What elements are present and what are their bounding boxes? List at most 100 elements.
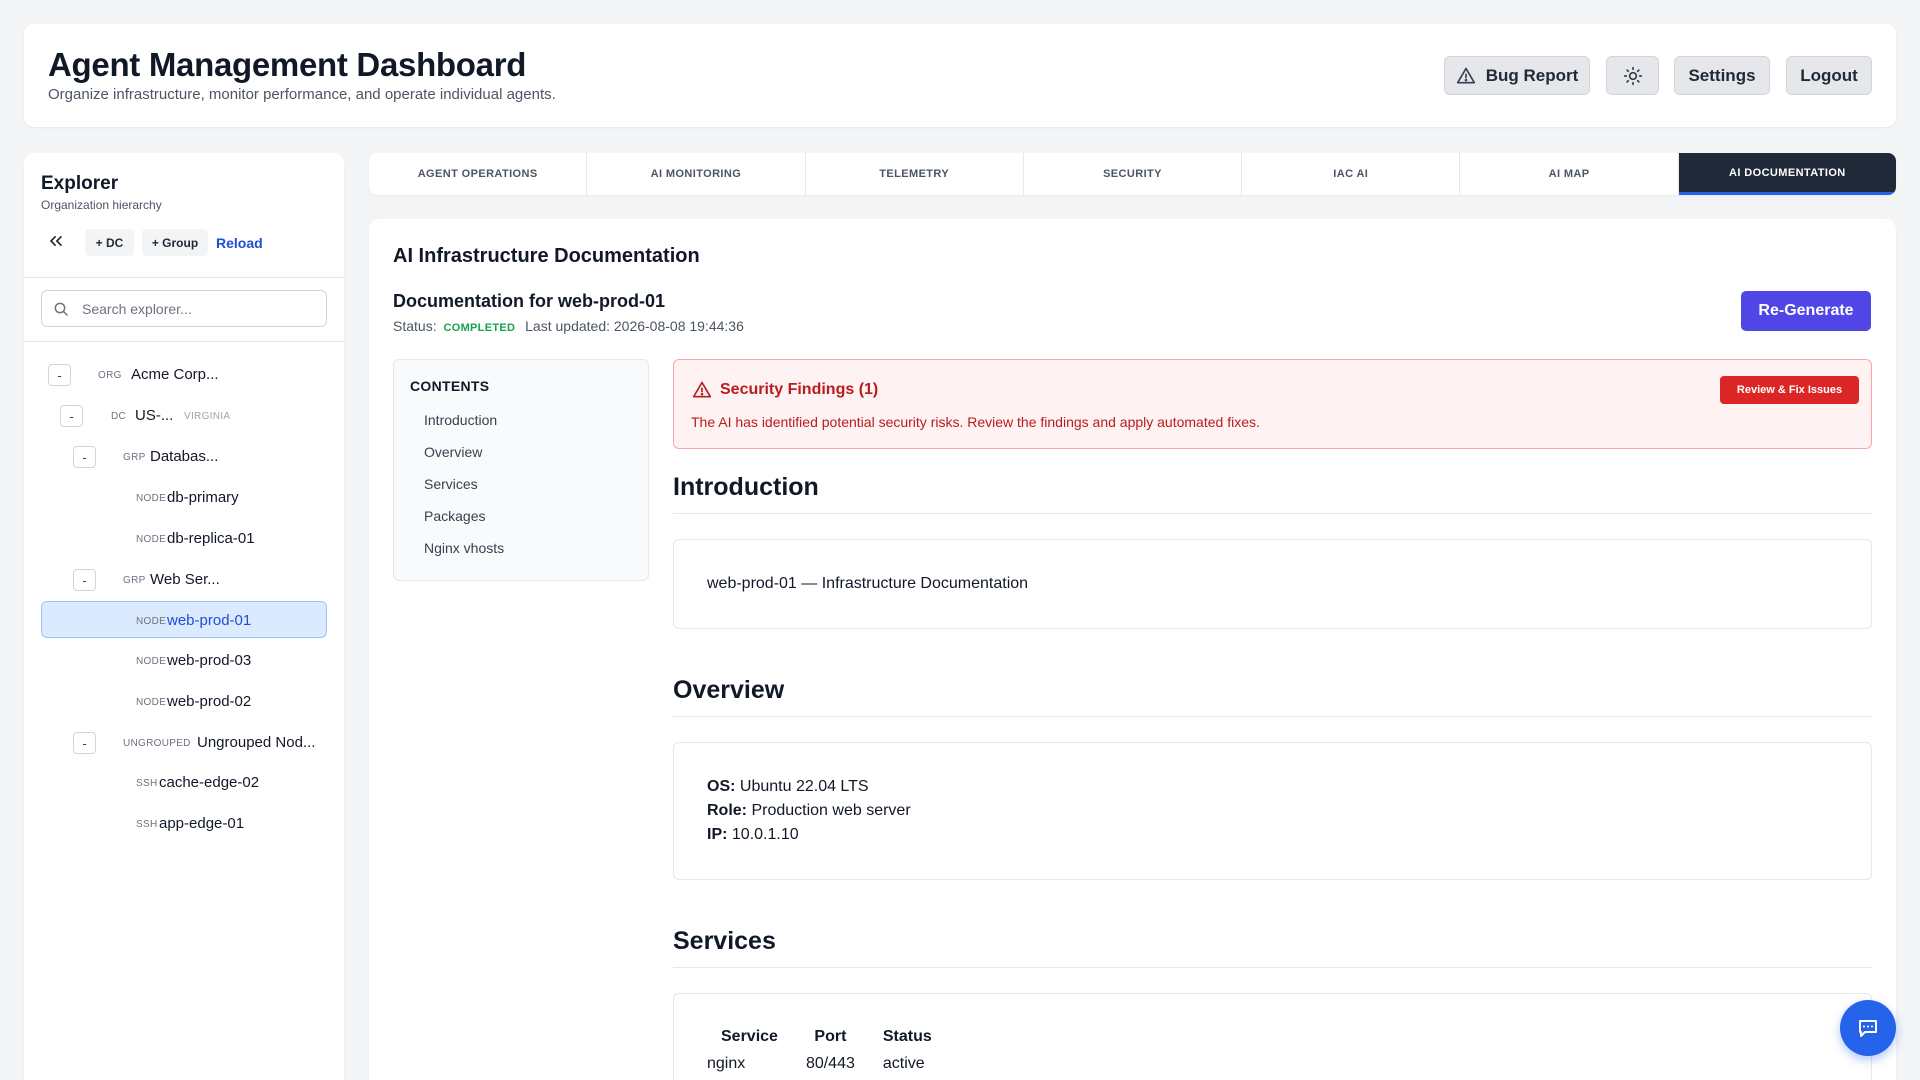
sun-icon — [1623, 66, 1642, 85]
column-header: Port — [814, 1028, 847, 1045]
overview-os: OS: Ubuntu 22.04 LTS — [707, 778, 869, 795]
page-title: Agent Management Dashboard — [48, 46, 527, 83]
documentation-panel: AI Infrastructure Documentation Document… — [369, 219, 1896, 1080]
table-row: nginx 80/443 active — [707, 1051, 946, 1073]
section-heading-services: Services — [673, 927, 776, 955]
main-tabs: AGENT OPERATIONS AI MONITORING TELEMETRY… — [369, 153, 1896, 195]
tree-item-org[interactable]: - ORG Acme Corp... — [41, 356, 327, 393]
tree-item-type: NODE — [136, 616, 167, 627]
tab-iac-ai[interactable]: IAC AI — [1242, 153, 1461, 195]
overview-card: OS: Ubuntu 22.04 LTS Role: Production we… — [673, 742, 1872, 880]
theme-toggle-button[interactable] — [1606, 56, 1659, 95]
explorer-title: Explorer — [41, 173, 119, 194]
explorer-search — [41, 290, 327, 327]
warning-triangle-icon — [1456, 67, 1475, 83]
tree-item-label: Databas... — [150, 448, 219, 465]
alert-title: Security Findings (1) — [720, 381, 879, 398]
tree-item-node[interactable]: NODE web-prod-02 — [41, 683, 327, 720]
add-group-button[interactable]: + Group — [142, 229, 208, 256]
double-chevron-left-icon[interactable] — [46, 231, 66, 251]
overview-ip: IP: 10.0.1.10 — [707, 826, 799, 843]
section-title: AI Infrastructure Documentation — [393, 245, 700, 267]
divider — [673, 716, 1872, 717]
toc-item-introduction[interactable]: Introduction — [424, 412, 497, 428]
doc-title: Documentation for web-prod-01 — [393, 291, 666, 311]
toc-title: CONTENTS — [410, 378, 490, 394]
tab-telemetry[interactable]: TELEMETRY — [806, 153, 1024, 195]
tab-ai-monitoring[interactable]: AI MONITORING — [587, 153, 806, 195]
regenerate-button[interactable]: Re-Generate — [1741, 291, 1871, 331]
collapse-toggle[interactable]: - — [60, 405, 83, 427]
tree-item-group[interactable]: - GRP Databas... — [41, 438, 327, 475]
toc-item-services[interactable]: Services — [424, 476, 478, 492]
table-cell: nginx — [707, 1055, 746, 1072]
table-cell: 80/443 — [805, 1055, 855, 1072]
review-fix-button[interactable]: Review & Fix Issues — [1720, 376, 1859, 404]
explorer-sidebar: Explorer Organization hierarchy + DC + G… — [24, 153, 344, 1080]
page-subtitle: Organize infrastructure, monitor perform… — [48, 86, 556, 103]
explorer-subtitle: Organization hierarchy — [41, 198, 162, 212]
search-input[interactable] — [82, 291, 322, 326]
collapse-toggle[interactable]: - — [73, 732, 96, 754]
collapse-toggle[interactable]: - — [48, 364, 71, 386]
settings-button[interactable]: Settings — [1674, 56, 1770, 95]
tree-item-label: db-replica-01 — [167, 530, 255, 547]
bug-report-label: Bug Report — [1485, 65, 1579, 85]
tree-item-type: GRP — [123, 575, 146, 586]
tree-item-node[interactable]: NODE db-primary — [41, 479, 327, 516]
last-updated: Last updated: 2026-08-08 19:44:36 — [525, 318, 744, 334]
tree-item-label: Acme Corp... — [131, 366, 219, 383]
tree-item-ssh[interactable]: SSH cache-edge-02 — [41, 764, 327, 801]
introduction-card: web-prod-01 — Infrastructure Documentati… — [673, 539, 1872, 629]
tree-item-label: cache-edge-02 — [159, 774, 260, 791]
add-dc-button[interactable]: + DC — [85, 229, 134, 256]
tree-item-node[interactable]: NODE web-prod-03 — [41, 642, 327, 679]
tree-item-type: GRP — [123, 452, 146, 463]
chat-button[interactable] — [1840, 1000, 1896, 1056]
reload-link[interactable]: Reload — [216, 235, 263, 251]
section-heading-introduction: Introduction — [673, 473, 819, 501]
doc-status: Status: COMPLETED Last updated: 2026-08-… — [393, 318, 744, 334]
status-label: Status: — [393, 318, 437, 334]
bug-report-button[interactable]: Bug Report — [1444, 56, 1590, 95]
tree-item-type: SSH — [136, 819, 158, 830]
table-cell: active — [882, 1055, 925, 1072]
logout-button[interactable]: Logout — [1786, 56, 1872, 95]
services-table: Service Port Status nginx 80/443 active — [707, 1028, 946, 1073]
tab-ai-map[interactable]: AI MAP — [1460, 153, 1679, 195]
chat-icon — [1859, 1020, 1877, 1037]
tree-item-type: NODE — [136, 656, 167, 667]
collapse-toggle[interactable]: - — [73, 446, 96, 468]
table-header-row: Service Port Status — [707, 1028, 946, 1051]
tree-item-label: web-prod-01 — [167, 612, 252, 629]
tree-item-label: US-... — [135, 407, 174, 424]
tree-item-dc[interactable]: - DC US-... VIRGINIA — [41, 397, 327, 434]
status-badge: COMPLETED — [443, 322, 516, 334]
tree-item-ssh[interactable]: SSH app-edge-01 — [41, 805, 327, 842]
search-icon — [54, 302, 68, 316]
tree-item-type: NODE — [136, 493, 167, 504]
overview-role: Role: Production web server — [707, 802, 911, 819]
alert-text: The AI has identified potential security… — [691, 414, 1260, 430]
tab-security[interactable]: SECURITY — [1024, 153, 1243, 195]
tree-item-label: web-prod-02 — [167, 693, 252, 710]
tree-item-label: db-primary — [167, 489, 239, 506]
tree-item-node[interactable]: NODE db-replica-01 — [41, 520, 327, 557]
warning-triangle-icon — [692, 381, 712, 398]
collapse-toggle[interactable]: - — [73, 569, 96, 591]
table-of-contents: CONTENTS Introduction Overview Services … — [393, 359, 649, 581]
toc-item-packages[interactable]: Packages — [424, 508, 485, 524]
security-findings-alert: Security Findings (1) The AI has identif… — [673, 359, 1872, 449]
tree-item-group[interactable]: - GRP Web Ser... — [41, 561, 327, 598]
tree-item-type: ORG — [98, 370, 122, 381]
tree-item-region: VIRGINIA — [184, 411, 231, 422]
toc-item-overview[interactable]: Overview — [424, 444, 482, 460]
tree-item-node-selected[interactable]: NODE web-prod-01 — [41, 601, 327, 638]
tree-item-ungrouped[interactable]: - UNGROUPED Ungrouped Nod... — [41, 724, 327, 761]
tab-ai-documentation[interactable]: AI DOCUMENTATION — [1678, 153, 1896, 195]
tree-item-type: NODE — [136, 697, 167, 708]
toc-item-nginx-vhosts[interactable]: Nginx vhosts — [424, 540, 504, 556]
introduction-text: web-prod-01 — Infrastructure Documentati… — [707, 575, 1029, 592]
tree-item-type: SSH — [136, 778, 158, 789]
tab-agent-operations[interactable]: AGENT OPERATIONS — [369, 153, 588, 195]
